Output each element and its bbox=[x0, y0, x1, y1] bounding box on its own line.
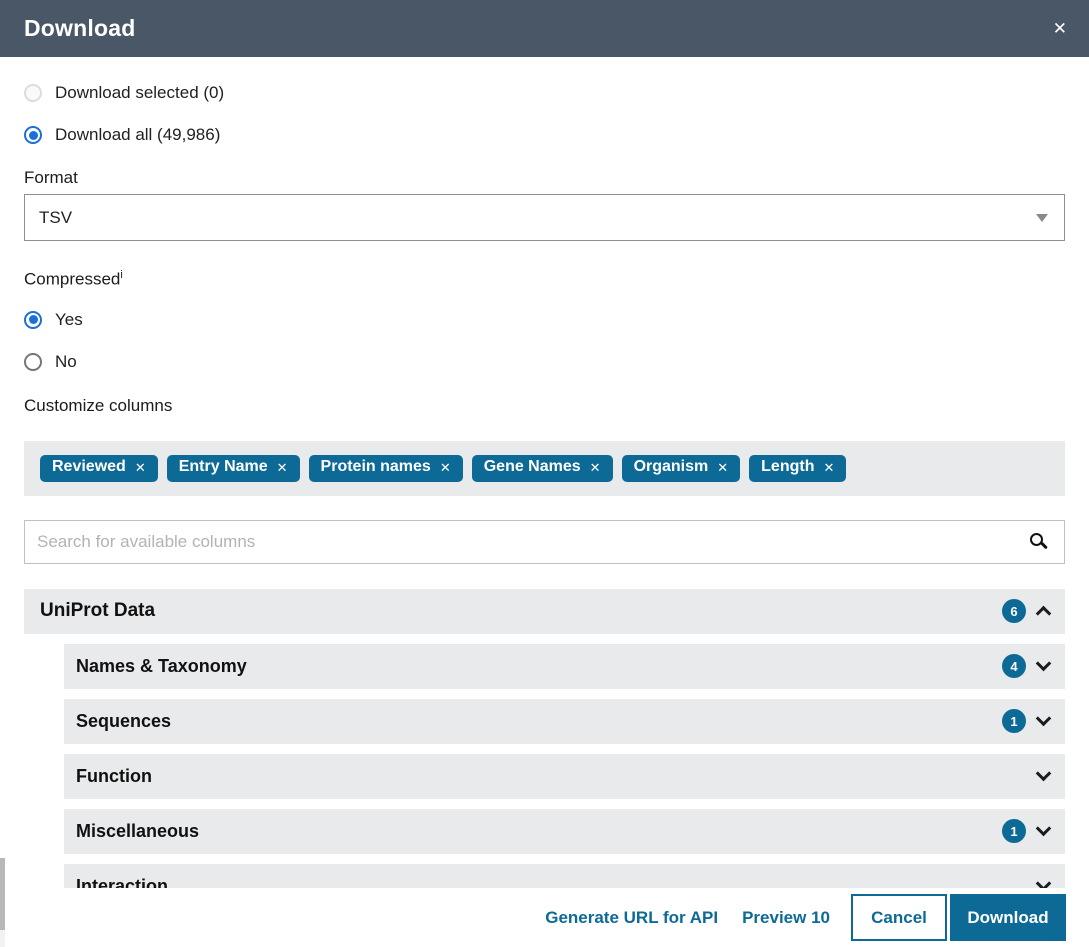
column-chip-protein-names[interactable]: Protein names ✕ bbox=[309, 455, 463, 482]
radio-label-download-all: Download all (49,986) bbox=[55, 125, 220, 145]
radio-label-compressed-yes: Yes bbox=[55, 310, 83, 330]
count-badge: 4 bbox=[1002, 654, 1026, 678]
column-chip-reviewed[interactable]: Reviewed ✕ bbox=[40, 455, 158, 482]
accordion-row-miscellaneous[interactable]: Miscellaneous 1 bbox=[64, 809, 1065, 854]
accordion-row-names-taxonomy[interactable]: Names & Taxonomy 4 bbox=[64, 644, 1065, 689]
chevron-down-icon bbox=[1036, 711, 1052, 727]
count-badge: 1 bbox=[1002, 819, 1026, 843]
format-select-value: TSV bbox=[39, 208, 72, 228]
modal-header: Download ✕ bbox=[0, 0, 1089, 57]
chevron-down-icon bbox=[1036, 821, 1052, 837]
cancel-button[interactable]: Cancel bbox=[851, 894, 947, 941]
column-chip-length[interactable]: Length ✕ bbox=[749, 455, 846, 482]
chip-remove-icon[interactable]: ✕ bbox=[823, 458, 834, 476]
count-badge: 1 bbox=[1002, 709, 1026, 733]
column-search bbox=[24, 520, 1065, 564]
chip-remove-icon[interactable]: ✕ bbox=[277, 458, 288, 476]
radio-download-selected[interactable] bbox=[24, 84, 42, 102]
accordion-row-function[interactable]: Function bbox=[64, 754, 1065, 799]
page-edge-scrollbar bbox=[0, 858, 5, 930]
chip-remove-icon[interactable]: ✕ bbox=[440, 458, 451, 476]
chevron-down-icon bbox=[1036, 766, 1052, 782]
radio-label-compressed-no: No bbox=[55, 352, 77, 372]
modal-footer: Generate URL for API Preview 10 Cancel D… bbox=[0, 888, 1089, 947]
format-label: Format bbox=[24, 168, 1065, 188]
modal-content: Download selected (0) Download all (49,9… bbox=[0, 81, 1089, 909]
chevron-down-icon bbox=[1036, 656, 1052, 672]
radio-compressed-no[interactable] bbox=[24, 353, 42, 371]
download-modal: Download ✕ Download selected (0) Downloa… bbox=[0, 0, 1089, 909]
info-superscript: i bbox=[120, 269, 122, 281]
column-chip-gene-names[interactable]: Gene Names ✕ bbox=[472, 455, 613, 482]
page-edge-corner bbox=[0, 930, 5, 947]
accordion-row-uniprot-data[interactable]: UniProt Data 6 bbox=[24, 589, 1065, 634]
radio-row-download-all: Download all (49,986) bbox=[24, 123, 1065, 147]
customize-columns-label: Customize columns bbox=[24, 396, 1065, 416]
radio-compressed-yes[interactable] bbox=[24, 311, 42, 329]
column-category-accordion: UniProt Data 6 Names & Taxonomy 4 Sequen… bbox=[24, 589, 1065, 909]
radio-download-all[interactable] bbox=[24, 126, 42, 144]
preview-10-link[interactable]: Preview 10 bbox=[742, 908, 830, 928]
generate-url-for-api-link[interactable]: Generate URL for API bbox=[545, 908, 718, 928]
accordion-row-sequences[interactable]: Sequences 1 bbox=[64, 699, 1065, 744]
radio-row-download-selected: Download selected (0) bbox=[24, 81, 1065, 105]
chip-remove-icon[interactable]: ✕ bbox=[717, 458, 728, 476]
column-chip-organism[interactable]: Organism ✕ bbox=[622, 455, 741, 482]
radio-row-compressed-yes: Yes bbox=[24, 308, 1065, 332]
format-select[interactable]: TSV bbox=[24, 194, 1065, 241]
count-badge: 6 bbox=[1002, 599, 1026, 623]
close-icon[interactable]: ✕ bbox=[1053, 20, 1067, 37]
modal-title: Download bbox=[24, 15, 135, 42]
chip-remove-icon[interactable]: ✕ bbox=[590, 458, 601, 476]
search-input[interactable] bbox=[24, 520, 1065, 564]
chip-remove-icon[interactable]: ✕ bbox=[135, 458, 146, 476]
column-chip-entry-name[interactable]: Entry Name ✕ bbox=[167, 455, 300, 482]
selected-columns-strip: Reviewed ✕ Entry Name ✕ Protein names ✕ … bbox=[24, 441, 1065, 496]
dropdown-caret-icon bbox=[1036, 214, 1048, 222]
download-button[interactable]: Download bbox=[950, 894, 1066, 941]
radio-label-download-selected: Download selected (0) bbox=[55, 83, 224, 103]
compressed-label: Compressedi bbox=[24, 269, 1065, 290]
radio-row-compressed-no: No bbox=[24, 350, 1065, 374]
search-icon bbox=[1030, 533, 1043, 546]
chevron-up-icon bbox=[1036, 606, 1052, 622]
